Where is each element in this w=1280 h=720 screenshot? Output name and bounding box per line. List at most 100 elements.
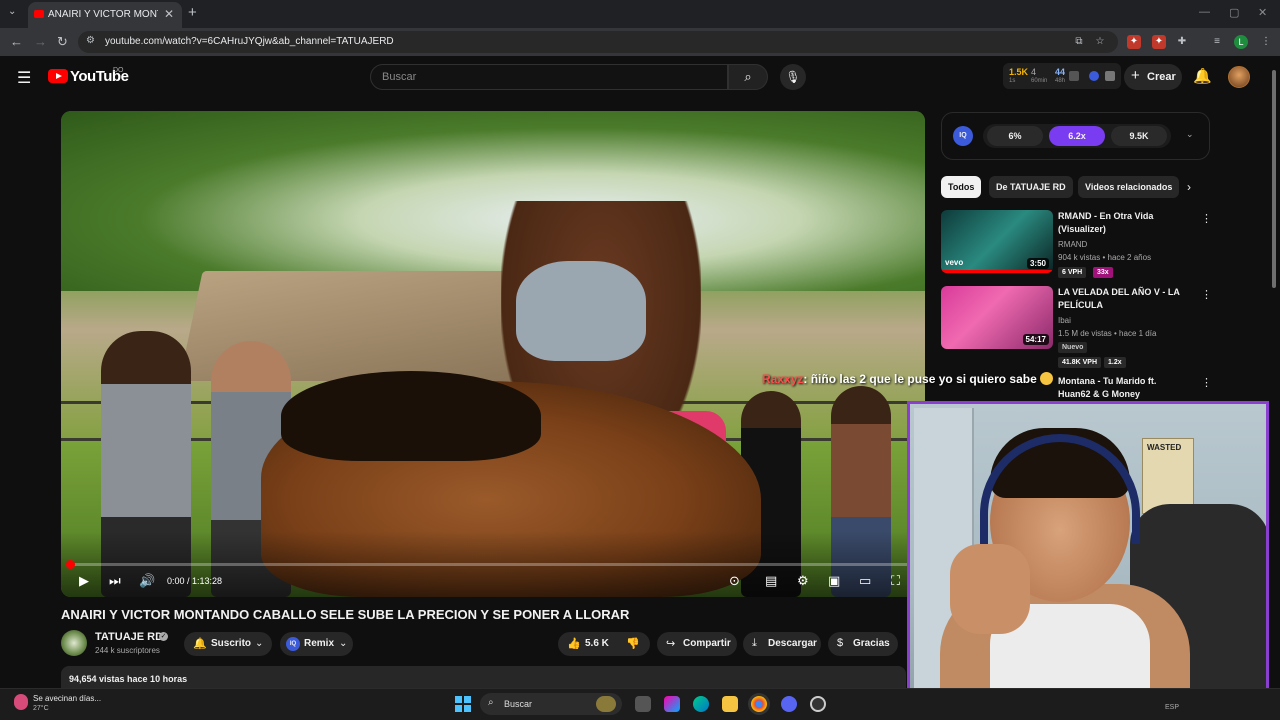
url-text: youtube.com/watch?v=6CAHruJYQjw&ab_chann…	[105, 36, 394, 47]
chevron-down-icon: ⌄	[255, 638, 264, 649]
chip-all[interactable]: Todos	[941, 176, 982, 198]
chevron-down-icon[interactable]: ⌄	[1186, 129, 1194, 140]
iq-value-views[interactable]: 9.5K	[1111, 126, 1167, 146]
cast-icon[interactable]: ⧉	[1072, 35, 1086, 49]
close-window-icon[interactable]: ✕	[1258, 6, 1267, 19]
recommendation-item[interactable]: 54:17 LA VELADA DEL AÑO V - LA PELÍCULA …	[941, 286, 1212, 368]
extension-red2-icon[interactable]: ✦	[1152, 35, 1166, 49]
chip-related[interactable]: Videos relacionados	[1078, 176, 1180, 198]
discord-icon[interactable]	[781, 696, 797, 712]
notifications-bell-icon[interactable]: 🔔	[1193, 67, 1212, 85]
channel-avatar[interactable]	[61, 630, 87, 656]
like-count[interactable]: 5.6 K	[585, 638, 609, 649]
copilot-icon[interactable]	[664, 696, 680, 712]
video-thumbnail[interactable]: vevo 3:50	[941, 210, 1053, 273]
file-explorer-icon[interactable]	[722, 696, 738, 712]
microphone-icon: 🎙	[785, 70, 801, 84]
menu-hamburger-icon[interactable]: ☰	[17, 68, 31, 88]
video-meta: 1.5 M de vistas • hace 1 día	[1058, 329, 1157, 338]
weather-text[interactable]: Se avecinan días...	[33, 694, 101, 703]
remix-button[interactable]: IQ Remix ⌄	[280, 632, 353, 656]
video-title[interactable]: Montana - Tu Marido ft.	[1058, 376, 1156, 386]
browser-tab-bar: ⌄ ANAIRI Y VICTOR MONTANDO ✕ + — ▢ ✕	[0, 0, 1280, 28]
realtime-stats-widget[interactable]: 1.5K 1s 4 60min 44 48h	[1003, 63, 1121, 89]
more-options-icon[interactable]: ⋮	[1201, 376, 1212, 389]
forward-icon[interactable]: →	[34, 34, 47, 49]
bookmark-star-icon[interactable]: ☆	[1093, 35, 1107, 49]
progress-scrubber[interactable]	[66, 560, 75, 569]
media-control-icon[interactable]: ≡	[1210, 35, 1224, 49]
extension-red-icon[interactable]: ✦	[1127, 35, 1141, 49]
task-view-icon[interactable]	[635, 696, 651, 712]
thanks-button[interactable]: $ Gracias	[828, 632, 898, 656]
more-options-icon[interactable]: ⋮	[1201, 288, 1212, 301]
settings-gear-icon[interactable]: ⚙	[797, 573, 809, 589]
recommendation-item[interactable]: vevo 3:50 RMAND - En Otra Vida (Visualiz…	[941, 210, 1212, 280]
reload-icon[interactable]: ↻	[57, 34, 68, 50]
search-input[interactable]: Buscar	[370, 64, 728, 90]
watched-bar	[941, 270, 1053, 273]
search-icon: ⌕	[488, 697, 494, 708]
taskbar-search[interactable]: ⌕ Buscar	[480, 693, 622, 715]
theater-mode-icon[interactable]: ▭	[859, 573, 871, 589]
video-meta: 904 k vistas • hace 2 años	[1058, 253, 1152, 262]
channel-name[interactable]: Ibai	[1058, 316, 1071, 325]
subtitles-icon[interactable]: ▤	[765, 573, 777, 589]
channel-name[interactable]: RMAND	[1058, 240, 1087, 249]
weather-icon[interactable]	[14, 694, 28, 710]
channel-name[interactable]: TATUAJE RD	[95, 631, 163, 643]
subscribed-button[interactable]: 🔔 Suscrito ⌄	[184, 632, 272, 656]
chip-from-channel[interactable]: De TATUAJE RD	[989, 176, 1073, 198]
site-info-icon[interactable]: ⚙	[86, 35, 95, 46]
more-options-icon[interactable]: ⋮	[1201, 212, 1212, 225]
back-icon[interactable]: ←	[10, 34, 23, 49]
video-title: ANAIRI Y VICTOR MONTANDO CABALLO SELE SU…	[61, 607, 630, 622]
edge-icon[interactable]	[693, 696, 709, 712]
miniplayer-icon[interactable]: ▣	[828, 573, 840, 589]
profile-avatar[interactable]: L	[1234, 35, 1248, 49]
create-button[interactable]: + Crear	[1124, 64, 1182, 90]
progress-bar[interactable]	[66, 560, 917, 569]
page-scrollbar[interactable]	[1270, 60, 1278, 688]
account-avatar[interactable]	[1228, 66, 1250, 88]
address-bar[interactable]: ⚙ youtube.com/watch?v=6CAHruJYQjw&ab_cha…	[78, 31, 1118, 53]
video-title[interactable]: RMAND - En Otra Vida (Visualizer)	[1058, 210, 1193, 236]
scrollbar-thumb[interactable]	[1272, 70, 1276, 288]
share-button[interactable]: ↪ Compartir	[657, 632, 737, 656]
maximize-icon[interactable]: ▢	[1229, 6, 1239, 19]
vph-badge: 41.8K VPH	[1058, 357, 1102, 368]
play-icon[interactable]: ▶	[79, 573, 89, 589]
search-placeholder: Buscar	[382, 71, 417, 83]
iq-value-multiplier[interactable]: 6.2x	[1049, 126, 1105, 146]
video-title-line2[interactable]: Huan62 & G Money	[1058, 389, 1140, 399]
minimize-icon[interactable]: —	[1199, 6, 1210, 18]
like-thumb-icon[interactable]: 👍	[567, 637, 581, 650]
autoplay-toggle-icon[interactable]: ⊙	[729, 573, 740, 589]
next-icon[interactable]: ⏭	[109, 573, 121, 589]
browser-menu-icon[interactable]: ⋮	[1259, 35, 1273, 49]
close-tab-icon[interactable]: ✕	[164, 7, 174, 21]
language-indicator[interactable]: ESP	[1165, 704, 1179, 711]
download-button[interactable]: ⤓ Descargar	[743, 632, 821, 656]
windows-start-icon[interactable]	[455, 696, 471, 712]
video-title[interactable]: LA VELADA DEL AÑO V - LA PELÍCULA	[1058, 286, 1193, 312]
video-player[interactable]: ▶ ⏭ 🔊 0:00 / 1:13:28 ⊙ ▤ ⚙ ▣ ▭ ⛶	[61, 111, 925, 597]
chrome-icon[interactable]	[751, 696, 767, 712]
volume-icon[interactable]: 🔊	[139, 573, 155, 589]
dislike-thumb-icon[interactable]: 👎	[626, 637, 640, 650]
video-thumbnail[interactable]: 54:17	[941, 286, 1053, 349]
fullscreen-icon[interactable]: ⛶	[891, 573, 900, 589]
iq-value-percent[interactable]: 6%	[987, 126, 1043, 146]
chevron-right-icon[interactable]: ›	[1187, 180, 1191, 194]
browser-tab[interactable]: ANAIRI Y VICTOR MONTANDO ✕	[28, 2, 182, 28]
stat-value-3: 44	[1055, 67, 1066, 77]
voice-search-button[interactable]: 🎙	[780, 64, 806, 90]
stat-value-1: 1.5K	[1009, 67, 1029, 77]
youtube-logo-icon[interactable]	[48, 69, 68, 83]
search-button[interactable]: ⌕	[728, 64, 768, 90]
new-tab-icon[interactable]: +	[188, 4, 197, 21]
tab-search-icon[interactable]: ⌄	[8, 6, 16, 17]
taskbar-search-label: Buscar	[504, 699, 533, 709]
obs-icon[interactable]	[810, 696, 826, 712]
extensions-puzzle-icon[interactable]: ✚	[1175, 35, 1189, 49]
